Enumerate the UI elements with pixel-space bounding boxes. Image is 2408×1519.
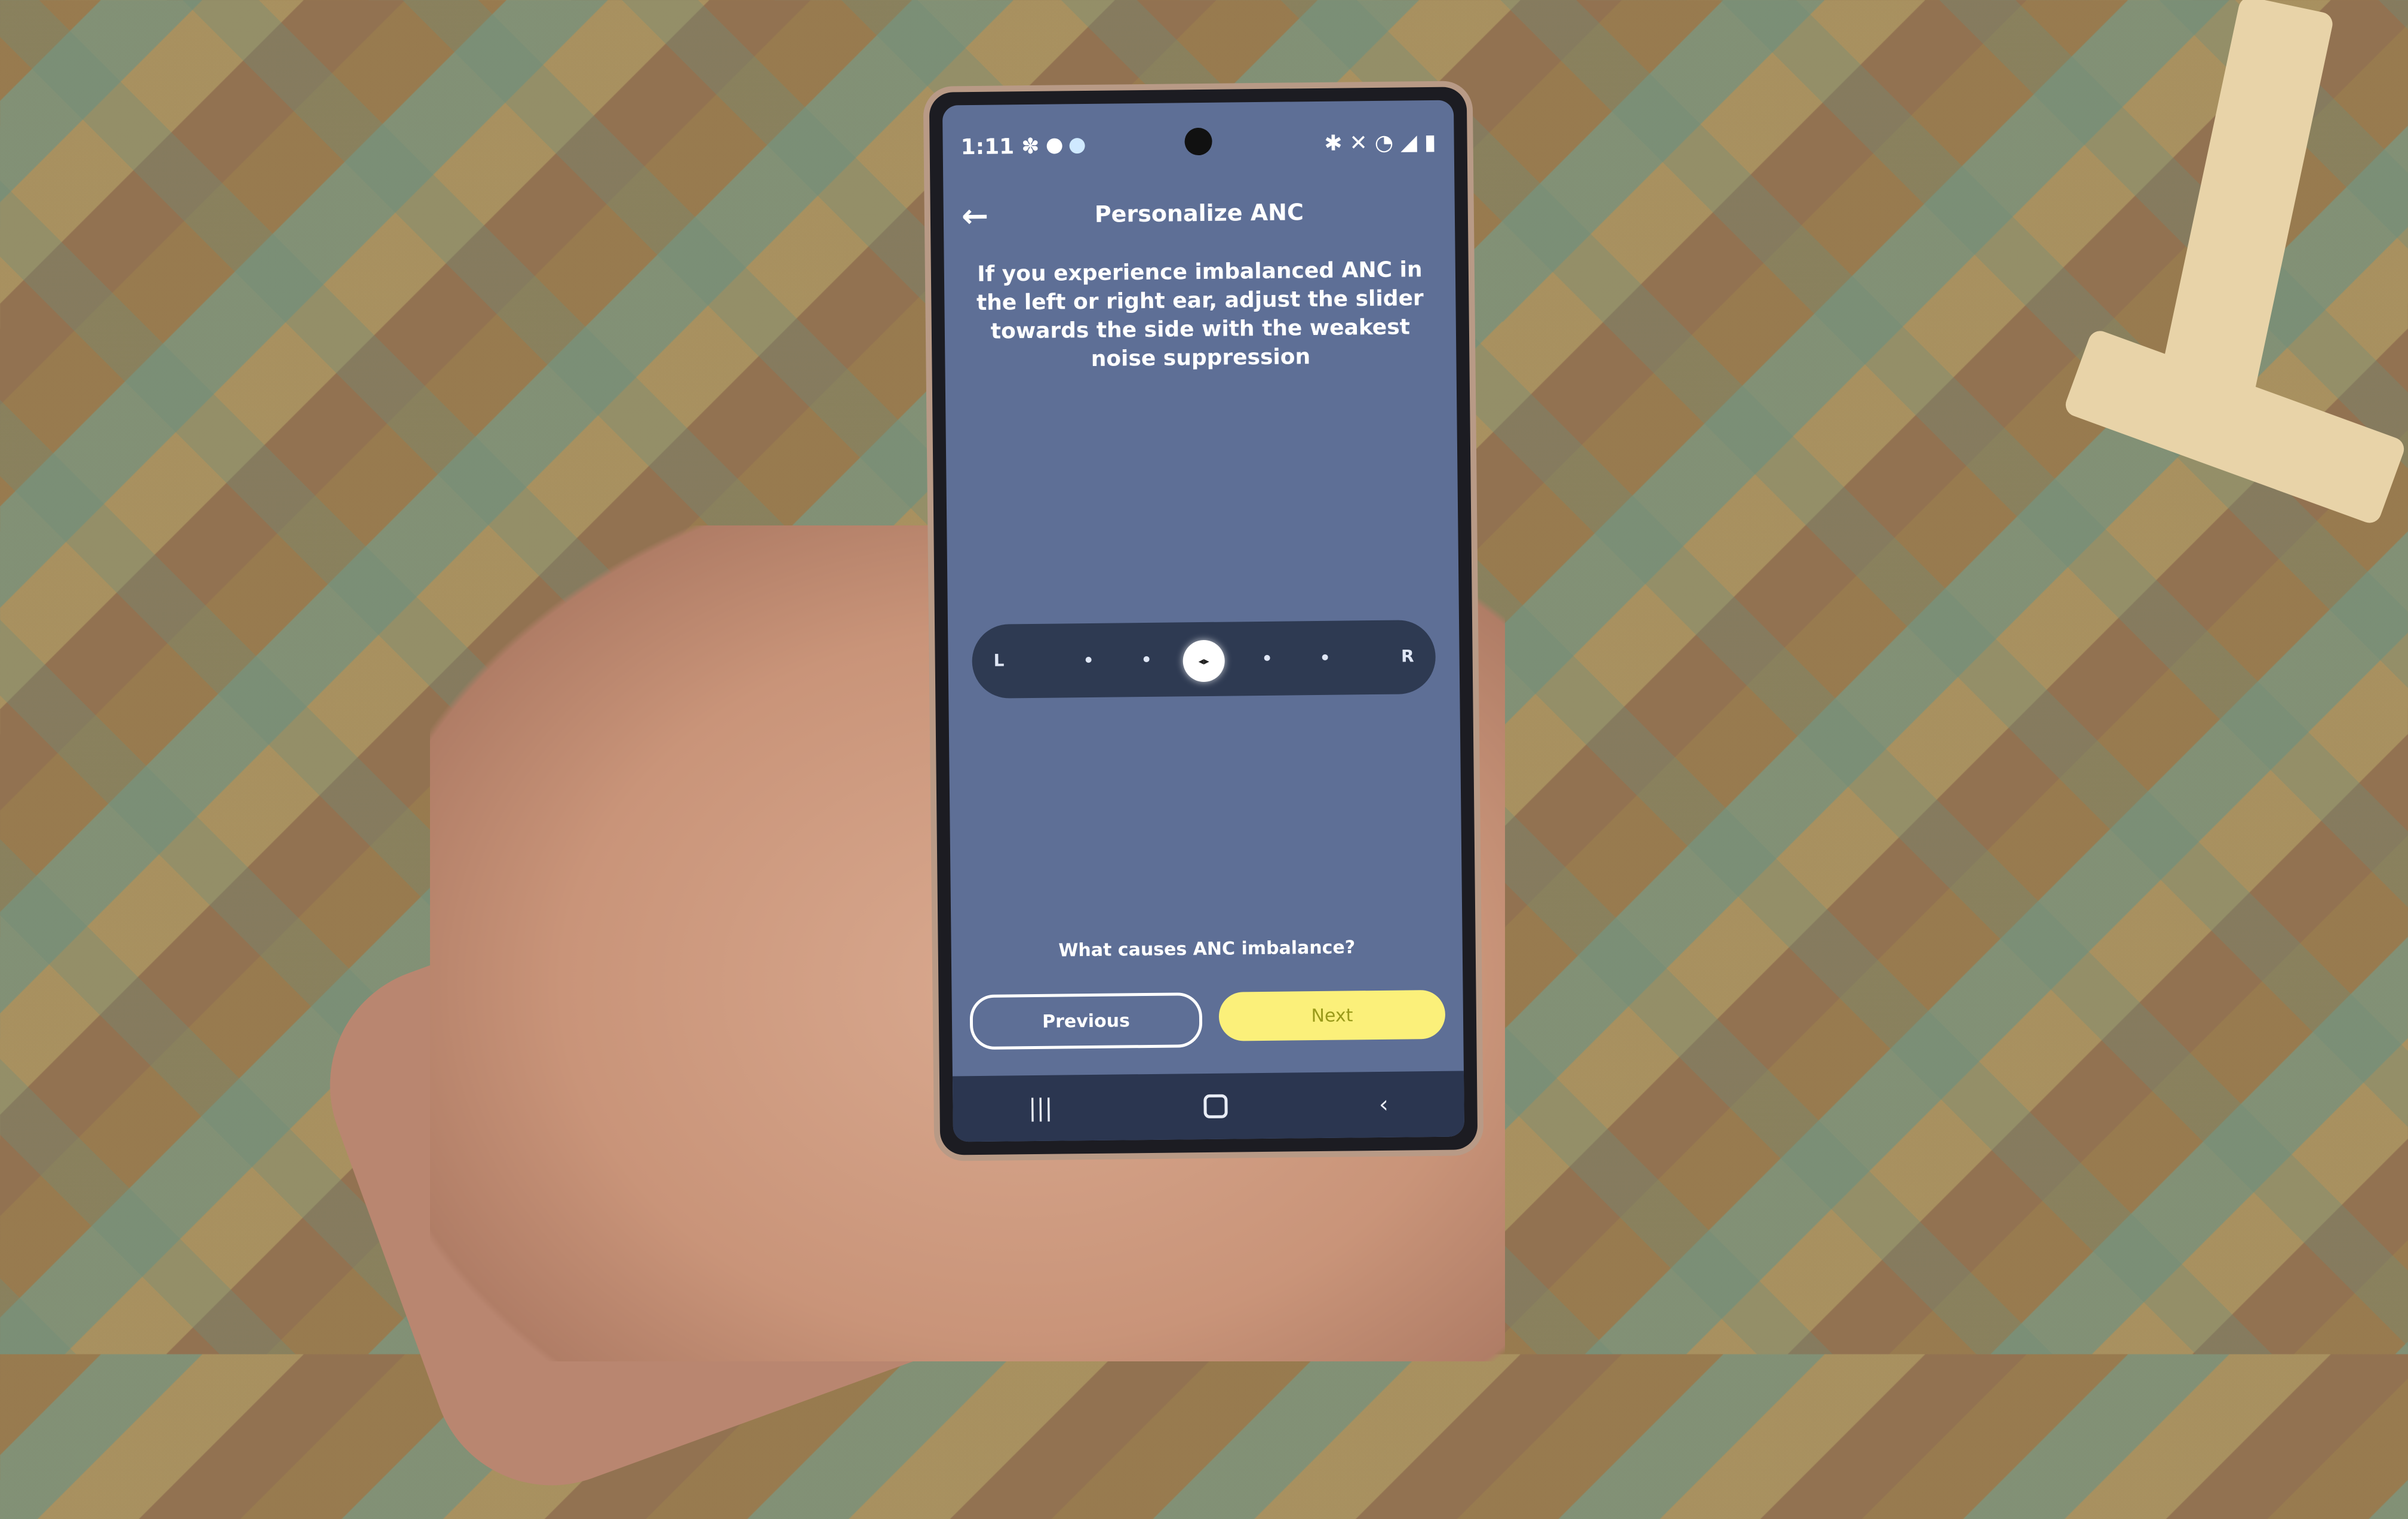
clock: 1:11 bbox=[960, 134, 1015, 159]
app-bar: ← Personalize ANC bbox=[943, 178, 1455, 249]
battery-icon: ▮ bbox=[1424, 130, 1436, 155]
slider-tick bbox=[1264, 654, 1270, 661]
notification-dot-icon bbox=[1046, 138, 1062, 154]
next-button[interactable]: Next bbox=[1218, 989, 1446, 1041]
home-icon[interactable] bbox=[1203, 1094, 1228, 1119]
slider-tick bbox=[1085, 656, 1092, 663]
back-arrow-icon[interactable]: ← bbox=[962, 196, 989, 234]
button-row: Previous Next bbox=[969, 989, 1446, 1050]
slider-thumb[interactable]: ◂▸ bbox=[1182, 639, 1226, 682]
wifi-icon: ◔ bbox=[1374, 130, 1394, 155]
system-nav-bar: ||| ‹ bbox=[952, 1071, 1465, 1142]
wooden-stool bbox=[1978, 0, 2408, 657]
mute-icon: ✕ bbox=[1349, 130, 1368, 155]
pinwheel-icon: ✽ bbox=[1021, 134, 1040, 159]
status-bar: 1:11 ✽ ✱ ✕ ◔ ◢ ▮ bbox=[960, 124, 1436, 165]
phone: 1:11 ✽ ✱ ✕ ◔ ◢ ▮ ← Personalize ANC If yo… bbox=[929, 87, 1478, 1155]
notification-dot-icon bbox=[1069, 138, 1085, 154]
nav-back-icon[interactable]: ‹ bbox=[1379, 1091, 1389, 1118]
signal-icon: ◢ bbox=[1400, 130, 1418, 155]
bluetooth-icon: ✱ bbox=[1324, 131, 1343, 156]
anc-imbalance-help-link[interactable]: What causes ANC imbalance? bbox=[951, 936, 1463, 962]
slider-right-label: R bbox=[1400, 646, 1414, 666]
slider-tick bbox=[1322, 654, 1328, 660]
anc-balance-slider[interactable]: L ◂▸ R bbox=[972, 619, 1436, 699]
phone-screen: 1:11 ✽ ✱ ✕ ◔ ◢ ▮ ← Personalize ANC If yo… bbox=[942, 100, 1465, 1142]
slider-left-label: L bbox=[993, 650, 1005, 671]
recents-icon[interactable]: ||| bbox=[1028, 1094, 1053, 1122]
slider-tick bbox=[1143, 656, 1150, 663]
instruction-text: If you experience imbalanced ANC in the … bbox=[976, 257, 1424, 371]
previous-button[interactable]: Previous bbox=[969, 992, 1203, 1050]
page-title: Personalize ANC bbox=[1094, 199, 1304, 227]
